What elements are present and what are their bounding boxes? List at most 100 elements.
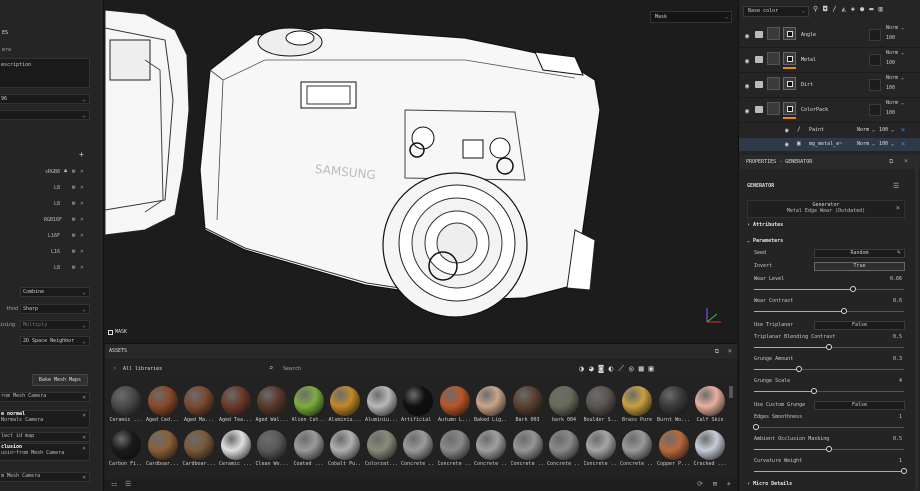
remove-effect-icon[interactable]: × xyxy=(901,140,905,148)
effect-row[interactable]: ◉ ▣ mg_metal_e~ Norm ⌄ 100 ⌄ × xyxy=(739,138,920,151)
image-filter-icon[interactable]: ▣ xyxy=(649,364,654,374)
asset-thumbnail[interactable]: Bark 003 xyxy=(511,386,545,428)
layer-extra-slot[interactable] xyxy=(869,29,881,41)
curvature-weight-slider[interactable] xyxy=(754,468,907,474)
remove-map-icon[interactable]: × xyxy=(80,232,84,239)
asset-thumbnail[interactable]: Aluminiu... xyxy=(365,386,399,428)
clear-map-icon[interactable]: × xyxy=(82,434,86,441)
asset-thumbnail[interactable]: Ceramic ... xyxy=(219,430,253,472)
search-input[interactable]: Search xyxy=(283,366,301,372)
fill-icon[interactable]: ◭ xyxy=(842,5,846,13)
asset-thumbnail[interactable]: Concrete ... xyxy=(547,430,581,472)
gear-icon[interactable]: ⚙ xyxy=(70,168,77,175)
mask-thumbnail[interactable] xyxy=(783,102,796,115)
asset-thumbnail[interactable]: Aluminiu... xyxy=(328,386,362,428)
smart-material-filter-icon[interactable]: ◕ xyxy=(589,364,594,374)
layer-extra-slot[interactable] xyxy=(869,54,881,66)
bake-map-row[interactable]: L8 ⚙ × xyxy=(0,182,100,193)
asset-thumbnail[interactable]: Alien Cat... xyxy=(292,386,326,428)
combine-select[interactable]: Combine ⌄ xyxy=(20,287,90,297)
filter-icon[interactable]: ⚏ xyxy=(111,480,117,488)
triplanar-blend-slider[interactable] xyxy=(754,344,904,350)
blend-mode[interactable]: Norm ⌄ xyxy=(886,25,904,31)
asset-thumbnail[interactable]: bark 004 xyxy=(547,386,581,428)
clear-generator-icon[interactable]: × xyxy=(896,204,900,212)
curvature-weight-value[interactable]: 1 xyxy=(899,458,902,464)
option-select[interactable]: ⌄ xyxy=(0,110,90,120)
asset-thumbnail[interactable]: Concrete ... xyxy=(511,430,545,472)
clear-map-icon[interactable]: × xyxy=(82,445,86,452)
gear-icon[interactable]: ⚙ xyxy=(70,232,77,239)
remove-map-icon[interactable]: × xyxy=(80,248,84,255)
maximize-icon[interactable]: ⧉ xyxy=(715,348,719,356)
description-field[interactable]: escription xyxy=(0,58,90,88)
mask-thumbnail[interactable] xyxy=(783,52,796,65)
edit-seed-icon[interactable]: ✎ xyxy=(897,249,901,256)
micro-details-section[interactable]: › Micro Details xyxy=(747,481,792,487)
asset-thumbnail[interactable]: Aged Ced... xyxy=(146,386,180,428)
gear-icon[interactable]: ⚙ xyxy=(70,200,77,207)
asset-thumbnail[interactable]: Copper P... xyxy=(657,430,691,472)
invert-toggle[interactable]: True xyxy=(814,262,905,271)
layer-opacity[interactable]: 100 xyxy=(886,35,895,41)
parameters-section[interactable]: ⌄ Parameters xyxy=(747,238,783,244)
grid-filter-icon[interactable]: ▦ xyxy=(639,364,644,374)
close-icon[interactable]: × xyxy=(904,157,908,165)
layer-opacity[interactable]: 100 xyxy=(886,110,895,116)
bake-map-row[interactable]: L16F ⚙ × xyxy=(0,230,100,241)
asset-thumbnail[interactable]: Burnt Wo... xyxy=(657,386,691,428)
asset-thumbnail[interactable]: Cobalt Pu... xyxy=(328,430,362,472)
asset-thumbnail[interactable]: Aged Ma... xyxy=(182,386,216,428)
list-icon[interactable]: ☰ xyxy=(125,480,131,488)
remove-map-icon[interactable]: × xyxy=(80,168,84,175)
visibility-eye-icon[interactable]: ◉ xyxy=(745,32,749,40)
asset-thumbnail[interactable]: Carbon Fi... xyxy=(109,430,143,472)
asset-thumbnail[interactable]: Baked Lig... xyxy=(474,386,508,428)
asset-thumbnail[interactable]: Concrete ... xyxy=(584,430,618,472)
attributes-section[interactable]: › Attributes xyxy=(747,222,783,228)
mesh-map-slot[interactable]: m Mesh Camera × xyxy=(0,472,90,482)
mask-thumbnail[interactable] xyxy=(783,77,796,90)
effect-opacity[interactable]: 100 ⌄ xyxy=(879,141,894,147)
mesh-map-slot[interactable]: lect id map × xyxy=(0,432,90,442)
viewport-mode-select[interactable]: Mask ⌄ xyxy=(650,11,732,23)
close-icon[interactable]: × xyxy=(728,347,732,355)
bake-map-row[interactable]: L16 ⚙ × xyxy=(0,246,100,257)
material-filter-icon[interactable]: ◑ xyxy=(579,364,584,374)
grunge-amount-value[interactable]: 0.3 xyxy=(893,356,902,362)
import-icon[interactable]: ⊞ xyxy=(713,480,717,488)
mask-icon[interactable]: ◘ xyxy=(823,5,827,13)
remove-map-icon[interactable]: × xyxy=(80,264,84,271)
wear-level-value[interactable]: 0.66 xyxy=(890,276,902,282)
grunge-scale-slider[interactable] xyxy=(754,388,904,394)
remove-effect-icon[interactable]: × xyxy=(901,126,905,134)
edges-smoothness-value[interactable]: 1 xyxy=(899,414,902,420)
bucket-icon[interactable]: ◈ xyxy=(851,5,855,13)
bake-map-row[interactable]: sRGB8 ♣ ⚙ × xyxy=(0,166,100,177)
mesh-map-slot[interactable]: rom Mesh Camera × xyxy=(0,392,90,402)
blend-mode[interactable]: Norm ⌄ xyxy=(886,75,904,81)
use-custom-grunge-toggle[interactable]: False xyxy=(814,401,905,410)
visibility-eye-icon[interactable]: ◉ xyxy=(745,82,749,90)
asset-thumbnail[interactable]: Brass Pure xyxy=(620,386,654,428)
grunge-amount-slider[interactable] xyxy=(754,366,904,372)
visibility-eye-icon[interactable]: ◉ xyxy=(745,107,749,115)
palette-icon[interactable]: ● xyxy=(860,5,864,13)
asset-thumbnail[interactable]: Aged Wal... xyxy=(255,386,289,428)
effects-icon[interactable]: ⚲ xyxy=(813,5,818,13)
asset-thumbnail[interactable]: Calf Skin xyxy=(693,386,727,428)
effect-blend[interactable]: Norm ⌄ xyxy=(857,141,875,147)
gear-icon[interactable]: ⚙ xyxy=(70,264,77,271)
visibility-eye-icon[interactable]: ◉ xyxy=(785,127,789,134)
menu-icon[interactable]: ☰ xyxy=(893,182,899,190)
library-breadcrumb[interactable]: All libraries xyxy=(123,366,162,372)
asset-thumbnail[interactable]: Concrete ... xyxy=(438,430,472,472)
neighbor-select[interactable]: 2D Space Neighbor ⌄ xyxy=(20,336,90,346)
asset-thumbnail[interactable]: Aged Tea... xyxy=(219,386,253,428)
folder-icon[interactable]: ▬ xyxy=(869,5,873,13)
asset-thumbnail[interactable]: Cardboar... xyxy=(146,430,180,472)
generator-filter-icon[interactable]: ◐ xyxy=(608,364,613,374)
asset-filter-icons[interactable]: ◑ ◕ ◙ ◐ ⟋ ◎ ▦ ▣ xyxy=(579,364,653,374)
wear-contrast-value[interactable]: 0.6 xyxy=(893,298,902,304)
layer-row[interactable]: ◉ Metal Norm ⌄ 100 xyxy=(739,49,920,73)
